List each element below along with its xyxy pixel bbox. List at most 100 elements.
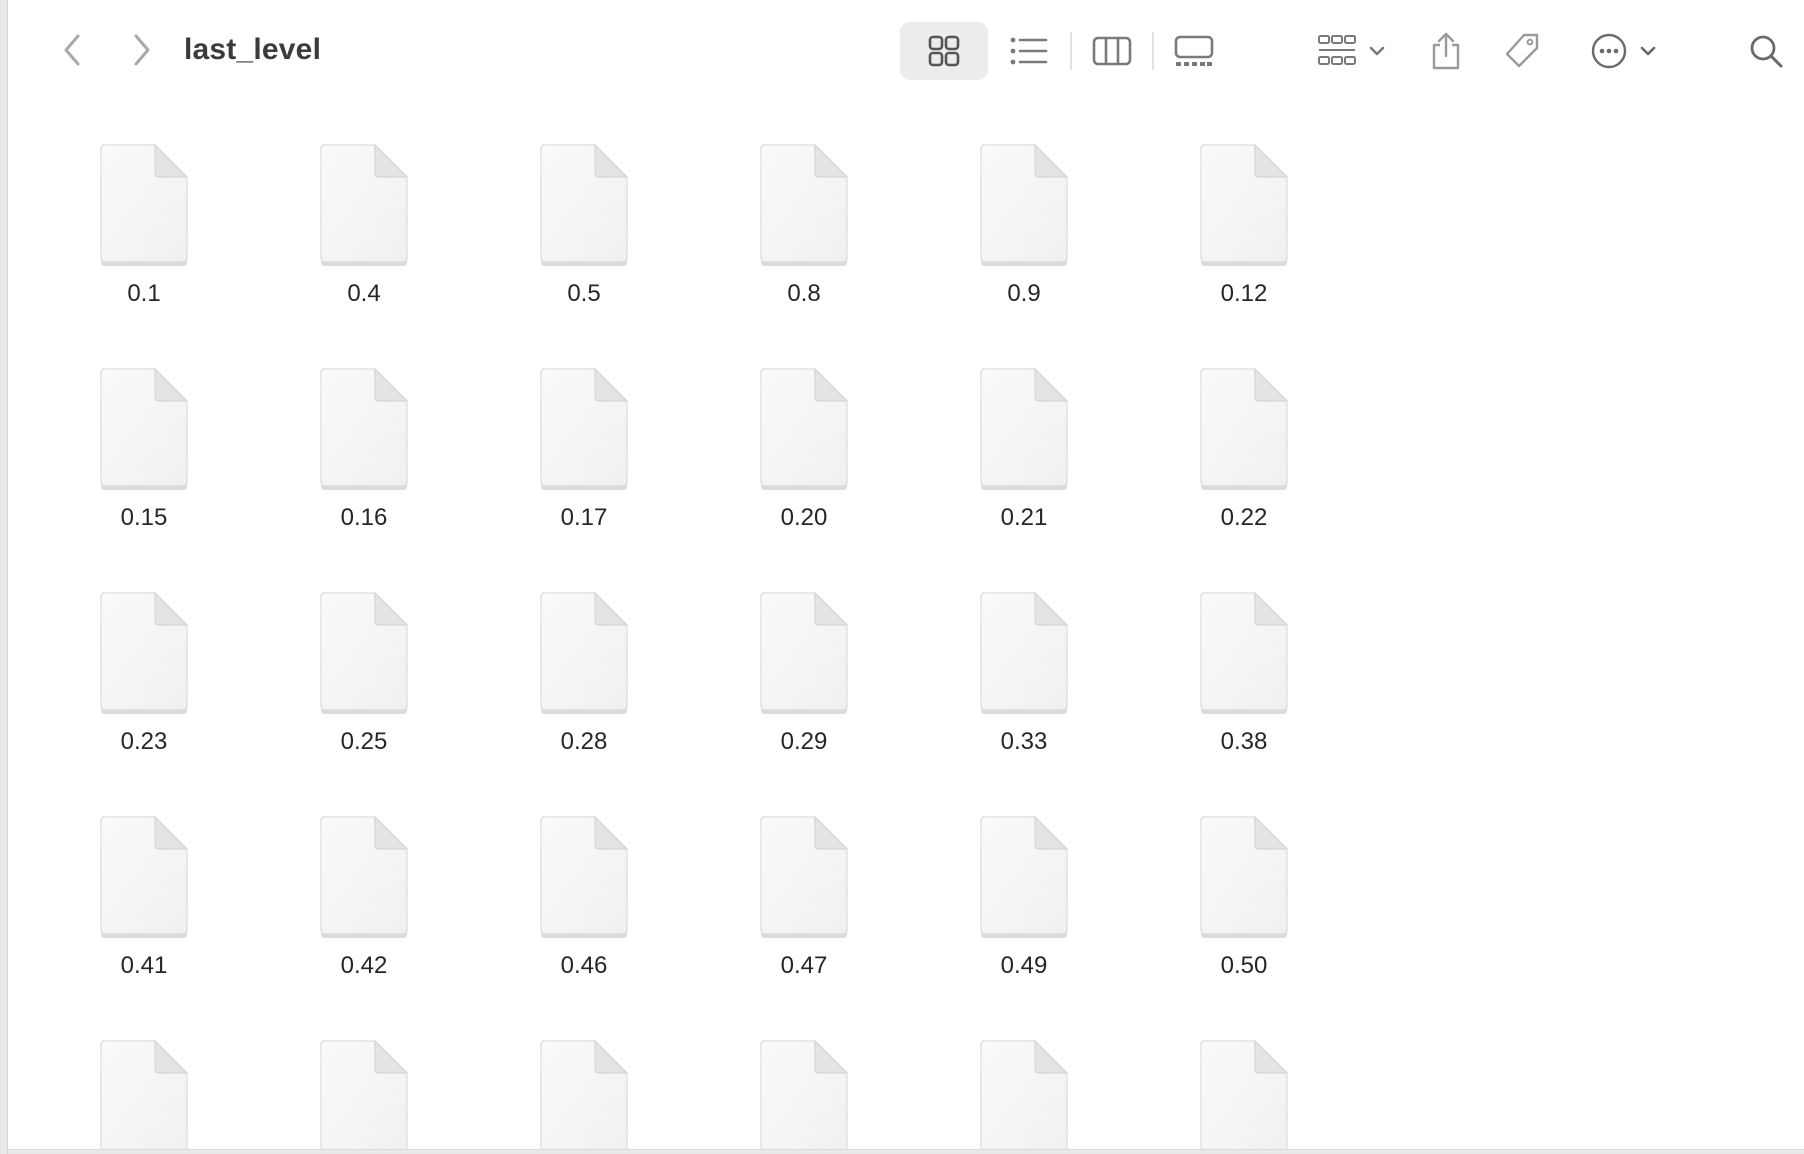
file-name: 0.28 [560, 728, 608, 755]
document-icon [1200, 1040, 1289, 1149]
file-name: 0.42 [340, 952, 388, 979]
file-item[interactable] [484, 1008, 684, 1149]
file-item[interactable] [44, 1008, 244, 1149]
gallery-icon [1174, 35, 1214, 66]
column-view-button[interactable] [1072, 22, 1152, 80]
document-icon [100, 368, 189, 490]
file-item[interactable]: 0.1 [44, 112, 244, 312]
chevron-right-icon [134, 34, 150, 66]
file-name: 0.5 [567, 280, 601, 307]
file-item[interactable]: 0.42 [264, 784, 464, 984]
more-actions-button[interactable] [1580, 22, 1668, 80]
file-name: 0.16 [340, 504, 388, 531]
file-name: 0.47 [780, 952, 828, 979]
chevron-left-icon [64, 34, 80, 66]
share-button[interactable] [1418, 22, 1474, 80]
file-name: 0.46 [560, 952, 608, 979]
file-item[interactable]: 0.21 [924, 336, 1124, 536]
search-icon [1750, 35, 1783, 68]
file-item[interactable] [264, 1008, 464, 1149]
file-item[interactable]: 0.28 [484, 560, 684, 760]
file-name: 0.50 [1220, 952, 1268, 979]
document-icon [1200, 592, 1289, 714]
file-name: 0.15 [120, 504, 168, 531]
document-icon [1200, 816, 1289, 938]
file-name: 0.20 [780, 504, 828, 531]
forward-button[interactable] [120, 28, 164, 72]
ellipsis-circle-icon [1591, 33, 1627, 69]
file-grid: 0.1 0.4 0.5 0.8 0.9 0.12 0.15 0.16 0.17 … [8, 104, 1804, 1149]
document-icon [100, 144, 189, 266]
document-icon [320, 368, 409, 490]
chevron-down-icon [1640, 46, 1656, 56]
file-item[interactable]: 0.41 [44, 784, 244, 984]
list-view-button[interactable] [988, 22, 1070, 80]
gallery-view-button[interactable] [1154, 22, 1234, 80]
file-item[interactable]: 0.23 [44, 560, 244, 760]
file-item[interactable] [924, 1008, 1124, 1149]
file-item[interactable]: 0.25 [264, 560, 464, 760]
document-icon [540, 368, 629, 490]
document-icon [100, 816, 189, 938]
document-icon [1200, 144, 1289, 266]
document-icon [540, 1040, 629, 1149]
file-item[interactable]: 0.50 [1144, 784, 1344, 984]
file-name: 0.29 [780, 728, 828, 755]
file-item[interactable] [1144, 1008, 1344, 1149]
file-item[interactable]: 0.20 [704, 336, 904, 536]
window-title: last_level [184, 33, 322, 66]
document-icon [1200, 368, 1289, 490]
file-item[interactable]: 0.29 [704, 560, 904, 760]
document-icon [540, 592, 629, 714]
document-icon [980, 816, 1069, 938]
document-icon [980, 1040, 1069, 1149]
search-button[interactable] [1738, 22, 1794, 80]
file-item[interactable]: 0.22 [1144, 336, 1344, 536]
document-icon [760, 368, 849, 490]
icon-view-button[interactable] [900, 22, 988, 80]
group-by-icon [1318, 35, 1356, 65]
document-icon [760, 1040, 849, 1149]
tag-icon [1505, 33, 1539, 68]
file-item[interactable]: 0.38 [1144, 560, 1344, 760]
file-name: 0.38 [1220, 728, 1268, 755]
document-icon [760, 592, 849, 714]
file-item[interactable]: 0.4 [264, 112, 464, 312]
document-icon [980, 592, 1069, 714]
document-icon [320, 144, 409, 266]
chevron-down-icon [1369, 46, 1385, 56]
file-item[interactable]: 0.16 [264, 336, 464, 536]
file-item[interactable] [704, 1008, 904, 1149]
document-icon [760, 144, 849, 266]
file-name: 0.8 [787, 280, 821, 307]
file-item[interactable]: 0.49 [924, 784, 1124, 984]
columns-icon [1092, 36, 1132, 66]
document-icon [540, 144, 629, 266]
document-icon [320, 816, 409, 938]
file-item[interactable]: 0.9 [924, 112, 1124, 312]
tag-button[interactable] [1494, 22, 1550, 80]
file-name: 0.4 [347, 280, 381, 307]
file-name: 0.41 [120, 952, 168, 979]
file-name: 0.17 [560, 504, 608, 531]
file-name: 0.25 [340, 728, 388, 755]
file-item[interactable]: 0.46 [484, 784, 684, 984]
file-name: 0.9 [1007, 280, 1041, 307]
file-item[interactable]: 0.8 [704, 112, 904, 312]
group-by-button[interactable] [1308, 22, 1396, 80]
window-bottom-edge [8, 1149, 1804, 1154]
document-icon [100, 1040, 189, 1149]
document-icon [100, 592, 189, 714]
document-icon [320, 592, 409, 714]
back-button[interactable] [50, 28, 94, 72]
document-icon [980, 368, 1069, 490]
file-item[interactable]: 0.47 [704, 784, 904, 984]
file-item[interactable]: 0.15 [44, 336, 244, 536]
file-item[interactable]: 0.5 [484, 112, 684, 312]
file-item[interactable]: 0.17 [484, 336, 684, 536]
file-item[interactable]: 0.33 [924, 560, 1124, 760]
finder-window: last_level 0.1 0.4 0.5 0.8 0.9 0.12 0.15… [0, 0, 1804, 1154]
document-icon [320, 1040, 409, 1149]
file-item[interactable]: 0.12 [1144, 112, 1344, 312]
file-name: 0.33 [1000, 728, 1048, 755]
